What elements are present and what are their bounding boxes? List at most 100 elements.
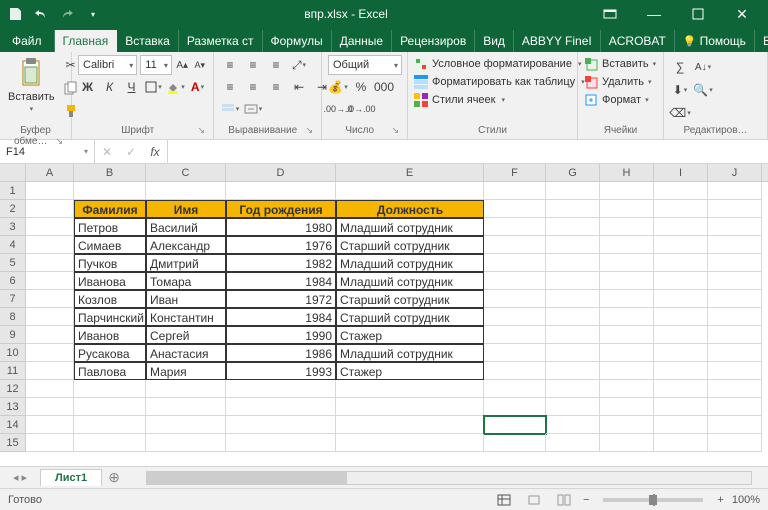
col-head-J[interactable]: J bbox=[708, 164, 762, 181]
zoom-out-button[interactable]: − bbox=[583, 494, 589, 506]
cell[interactable] bbox=[546, 272, 600, 290]
sort-filter-icon[interactable]: A↓ bbox=[693, 57, 713, 77]
cell[interactable] bbox=[654, 254, 708, 272]
cell[interactable] bbox=[546, 344, 600, 362]
cell[interactable] bbox=[546, 362, 600, 380]
cell[interactable] bbox=[654, 434, 708, 452]
save-icon[interactable] bbox=[4, 3, 26, 25]
cell[interactable] bbox=[654, 272, 708, 290]
cell[interactable]: Александр bbox=[146, 236, 226, 254]
row-head[interactable]: 3 bbox=[0, 218, 26, 236]
cell[interactable]: Иван bbox=[146, 290, 226, 308]
cell[interactable] bbox=[708, 308, 762, 326]
row-head[interactable]: 5 bbox=[0, 254, 26, 272]
align-launcher-icon[interactable]: ↘ bbox=[305, 125, 313, 136]
cell[interactable]: 1972 bbox=[226, 290, 336, 308]
indent-decrease-icon[interactable]: ⇤ bbox=[289, 77, 309, 97]
tab-data[interactable]: Данные bbox=[332, 30, 392, 52]
cell[interactable] bbox=[484, 416, 546, 434]
cell[interactable]: Козлов bbox=[74, 290, 146, 308]
row-head[interactable]: 13 bbox=[0, 398, 26, 416]
tab-home[interactable]: Главная bbox=[55, 30, 118, 52]
wrap-text-icon[interactable] bbox=[220, 99, 240, 119]
cell[interactable] bbox=[26, 200, 74, 218]
cell[interactable] bbox=[226, 182, 336, 200]
cell[interactable] bbox=[600, 272, 654, 290]
cell[interactable]: 1982 bbox=[226, 254, 336, 272]
align-left-icon[interactable]: ≡ bbox=[220, 77, 240, 97]
cell[interactable] bbox=[546, 416, 600, 434]
enter-formula-icon[interactable]: ✓ bbox=[119, 145, 143, 159]
align-top-icon[interactable]: ≡ bbox=[220, 55, 240, 75]
cell[interactable] bbox=[74, 398, 146, 416]
cell[interactable]: Должность bbox=[336, 200, 484, 218]
number-format-combo[interactable]: Общий bbox=[328, 55, 402, 75]
cell[interactable] bbox=[708, 344, 762, 362]
cell[interactable] bbox=[26, 272, 74, 290]
cell[interactable]: Стажер bbox=[336, 362, 484, 380]
row-head[interactable]: 2 bbox=[0, 200, 26, 218]
cell[interactable] bbox=[600, 200, 654, 218]
horizontal-scrollbar[interactable] bbox=[146, 471, 752, 485]
close-button[interactable]: ✕ bbox=[720, 0, 764, 28]
border-button[interactable] bbox=[144, 77, 163, 97]
increase-decimal-icon[interactable]: .00→.0 bbox=[328, 99, 348, 119]
cell[interactable]: 1976 bbox=[226, 236, 336, 254]
cell[interactable] bbox=[600, 326, 654, 344]
cell[interactable] bbox=[484, 380, 546, 398]
cell[interactable] bbox=[26, 398, 74, 416]
col-head-B[interactable]: B bbox=[74, 164, 146, 181]
align-middle-icon[interactable]: ≡ bbox=[243, 55, 263, 75]
cell[interactable]: Павлова bbox=[74, 362, 146, 380]
cell[interactable] bbox=[484, 218, 546, 236]
tab-insert[interactable]: Вставка bbox=[117, 30, 179, 52]
cell[interactable]: Стажер bbox=[336, 326, 484, 344]
tab-help[interactable]: Помощь bbox=[675, 30, 755, 52]
minimize-button[interactable]: — bbox=[632, 0, 676, 28]
cell[interactable]: 1986 bbox=[226, 344, 336, 362]
row-head[interactable]: 9 bbox=[0, 326, 26, 344]
cell[interactable] bbox=[600, 398, 654, 416]
cell[interactable] bbox=[484, 272, 546, 290]
cell[interactable] bbox=[600, 416, 654, 434]
row-head[interactable]: 15 bbox=[0, 434, 26, 452]
row-head[interactable]: 4 bbox=[0, 236, 26, 254]
decrease-font-icon[interactable]: A▾ bbox=[192, 55, 207, 75]
cell[interactable] bbox=[708, 218, 762, 236]
cell[interactable] bbox=[484, 236, 546, 254]
align-right-icon[interactable]: ≡ bbox=[266, 77, 286, 97]
italic-button[interactable]: К bbox=[100, 77, 119, 97]
cell[interactable] bbox=[146, 398, 226, 416]
underline-button[interactable]: Ч bbox=[122, 77, 141, 97]
cell[interactable] bbox=[708, 254, 762, 272]
cell[interactable]: 1993 bbox=[226, 362, 336, 380]
cell[interactable] bbox=[654, 290, 708, 308]
cell[interactable] bbox=[600, 308, 654, 326]
cell[interactable] bbox=[654, 308, 708, 326]
col-head-C[interactable]: C bbox=[146, 164, 226, 181]
bold-button[interactable]: Ж bbox=[78, 77, 97, 97]
row-head[interactable]: 14 bbox=[0, 416, 26, 434]
cell[interactable] bbox=[654, 200, 708, 218]
cell[interactable] bbox=[26, 326, 74, 344]
row-head[interactable]: 1 bbox=[0, 182, 26, 200]
cell[interactable] bbox=[546, 308, 600, 326]
cell[interactable] bbox=[336, 380, 484, 398]
cell[interactable] bbox=[26, 434, 74, 452]
cell[interactable]: Константин bbox=[146, 308, 226, 326]
cell[interactable] bbox=[74, 416, 146, 434]
cell[interactable] bbox=[26, 362, 74, 380]
cell[interactable]: Петров bbox=[74, 218, 146, 236]
number-launcher-icon[interactable]: ↘ bbox=[391, 125, 399, 136]
cell[interactable] bbox=[654, 326, 708, 344]
cell[interactable] bbox=[146, 434, 226, 452]
col-head-A[interactable]: A bbox=[26, 164, 74, 181]
cell[interactable] bbox=[26, 416, 74, 434]
cell[interactable] bbox=[74, 434, 146, 452]
col-head-E[interactable]: E bbox=[336, 164, 484, 181]
cell[interactable] bbox=[484, 308, 546, 326]
qat-customize-icon[interactable]: ▾ bbox=[82, 3, 104, 25]
cell[interactable] bbox=[600, 182, 654, 200]
cell[interactable] bbox=[484, 326, 546, 344]
cell[interactable]: Парчинский bbox=[74, 308, 146, 326]
